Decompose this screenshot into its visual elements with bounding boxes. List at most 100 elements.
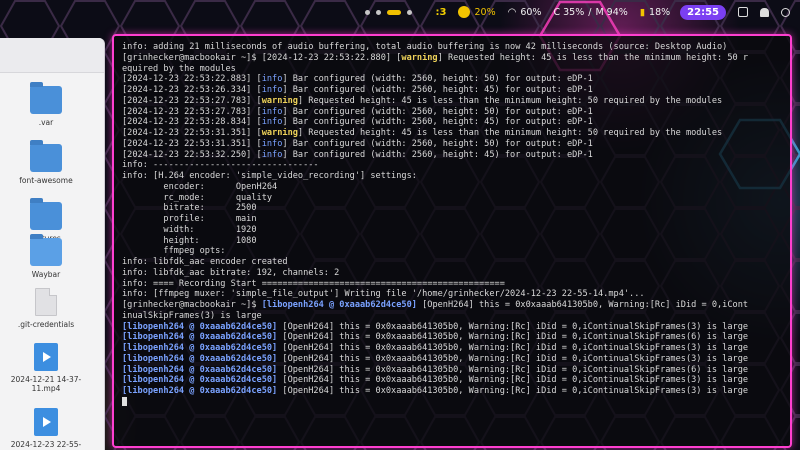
terminal-text-segment: [OpenH264] this = 0x0xaaab641305b0, Warn… [277,386,749,396]
file-manager-header [0,38,104,73]
file-label: font-awesome [19,176,73,185]
power-icon[interactable] [781,7,790,17]
terminal-line: [2024-12-23 22:53:31.351] [info] Bar con… [122,139,782,150]
terminal-text-segment: [OpenH264] this = 0x0xaaab641305b0, Warn… [277,343,749,353]
clock[interactable]: 22:55 [680,4,726,20]
terminal-text-segment: info: [ffmpeg muxer: 'simple_file_output… [122,289,645,300]
terminal-line: [2024-12-23 22:53:27.783] [info] Bar con… [122,107,782,118]
terminal-text-segment: ] Requested height: 45 is less than the … [437,52,749,63]
file-item-git-credentials[interactable]: .git-credentials [0,288,92,329]
folder-icon [30,234,62,266]
terminal-window[interactable]: info: adding 21 milliseconds of audio bu… [112,34,792,448]
file-label: 2024-12-23 22-55-14.mp4 [10,440,82,450]
terminal-text-segment: [libopenh264 @ 0xaaab62d4ce50] [122,321,278,332]
terminal-text-segment: ] Requested height: 45 is less than the … [297,128,723,138]
terminal-line: info: adding 21 milliseconds of audio bu… [122,42,782,53]
terminal-text-segment: info [261,85,283,95]
wifi-status[interactable]: ◠ 60% [508,7,542,18]
terminal-line: profile: main [122,214,782,225]
terminal-line: [grinhecker@macbookair ~]$ [2024-12-23 2… [122,53,782,64]
file-item-font-awesome[interactable]: font-awesome [0,140,92,185]
notification-bell-icon[interactable] [760,7,769,17]
terminal-line: encoder: OpenH264 [122,182,782,193]
system-usage[interactable]: C 35% / M 94% [553,7,627,18]
terminal-text-segment: info: -------------------------------- [122,160,319,171]
terminal-text-segment: [2024-12-23 22:53:27.783] [ [122,95,262,106]
top-status-bar: :3 20% ◠ 60% C 35% / M 94% ▮ 18% 22:55 [0,0,800,24]
terminal-text-segment: [libopenh264 @ 0xaaab62d4ce50] [122,364,278,375]
terminal-line: [libopenh264 @ 0xaaab62d4ce50] [OpenH264… [122,322,782,333]
terminal-output: info: adding 21 milliseconds of audio bu… [122,42,782,397]
terminal-text-segment: ] Bar configured (width: 2560, height: 5… [282,138,593,149]
file-label: .var [38,118,54,127]
terminal-text-segment: [libopenh264 @ 0xaaab62d4ce50] [122,386,278,396]
terminal-line: info: ==== Recording Start =============… [122,279,782,290]
workspace-dot-active[interactable] [386,9,401,15]
workspace-dots[interactable] [364,9,412,15]
workspace-dot[interactable] [364,9,370,15]
terminal-text-segment: [grinhecker@macbookair ~]$ [2024-12-23 2… [122,52,402,63]
terminal-text-segment: [libopenh264 @ 0xaaab62d4ce50] [122,353,278,364]
terminal-line: rc_mode: quality [122,193,782,204]
terminal-text-segment: ffmpeg opts: [122,246,226,257]
video-file-icon [34,343,58,371]
terminal-line: info: [H.264 encoder: 'simple_video_reco… [122,171,782,182]
terminal-text-segment: [OpenH264] this = 0x0xaaab641305b0, Warn… [277,321,749,332]
terminal-line: [libopenh264 @ 0xaaab62d4ce50] [OpenH264… [122,386,782,397]
file-item-var[interactable]: .var [0,82,92,127]
terminal-text-segment: ] Bar configured (width: 2560, height: 4… [282,117,593,128]
terminal-text-segment: warning [261,95,298,106]
terminal-text-segment: [OpenH264] this = 0x0xaaab641305b0, Warn… [277,364,749,375]
terminal-text-segment: info [261,117,283,128]
workspace-dot[interactable] [375,9,381,15]
document-icon [35,288,57,316]
terminal-line: [libopenh264 @ 0xaaab62d4ce50] [OpenH264… [122,354,782,365]
terminal-text-segment: width: 1920 [122,224,257,235]
terminal-line: equired by the modules [122,64,782,75]
terminal-prompt-line[interactable] [122,396,782,409]
file-item-waybar[interactable]: Waybar [0,234,92,279]
terminal-text-segment: info: libfdk_aac encoder created [122,257,288,267]
file-item-video-1[interactable]: 2024-12-21 14-37-11.mp4 [0,343,92,393]
terminal-text-segment: info [261,149,283,160]
terminal-line: [2024-12-23 22:53:28.834] [info] Bar con… [122,117,782,128]
terminal-text-segment: [2024-12-23 22:53:26.334] [ [122,85,262,95]
terminal-text-segment: [2024-12-23 22:53:27.783] [ [122,106,262,117]
terminal-line: width: 1920 [122,225,782,236]
terminal-line: [2024-12-23 22:53:26.334] [info] Bar con… [122,85,782,96]
terminal-text-segment: info [261,106,283,117]
terminal-text-segment: inualSkipFrames(3) is large [122,310,262,321]
terminal-line: info: libfdk_aac encoder created [122,257,782,268]
terminal-text-segment: ] Bar configured (width: 2560, height: 4… [282,85,593,95]
terminal-text-segment: [libopenh264 @ 0xaaab62d4ce50] [261,300,417,310]
terminal-line: inualSkipFrames(3) is large [122,311,782,322]
wifi-percent: 60% [520,6,542,18]
folder-icon [30,82,62,114]
file-item-pictures[interactable]: Pictures [0,198,92,243]
terminal-line: info: [ffmpeg muxer: 'simple_file_output… [122,289,782,300]
terminal-text-segment: [libopenh264 @ 0xaaab62d4ce50] [122,332,278,343]
brightness-icon: ▮ [639,6,646,18]
terminal-line: info: -------------------------------- [122,160,782,171]
terminal-text-segment: ] Bar configured (width: 2560, height: 4… [282,149,593,160]
brightness-percent: 18% [649,6,671,18]
terminal-text-segment: info [261,74,283,85]
brightness-status[interactable]: ▮ 18% [640,7,670,18]
usage-separator: / [588,6,592,18]
workspace-indicator[interactable]: :3 [436,7,447,18]
file-label: 2024-12-21 14-37-11.mp4 [10,375,82,393]
file-item-video-2[interactable]: 2024-12-23 22-55-14.mp4 [0,408,92,450]
terminal-line: bitrate: 2500 [122,203,782,214]
terminal-line: [2024-12-23 22:53:31.351] [warning] Requ… [122,128,782,139]
terminal-text-segment: [libopenh264 @ 0xaaab62d4ce50] [122,375,278,386]
terminal-line: [libopenh264 @ 0xaaab62d4ce50] [OpenH264… [122,375,782,386]
file-manager-window: .var font-awesome Pictures Waybar .git-c… [0,38,105,450]
terminal-text-segment: profile: main [122,214,257,224]
folder-icon [30,198,62,230]
clipboard-icon[interactable] [738,7,748,17]
terminal-line: [libopenh264 @ 0xaaab62d4ce50] [OpenH264… [122,365,782,376]
terminal-line: info: libfdk_aac bitrate: 192, channels:… [122,268,782,279]
workspace-dot[interactable] [406,9,412,15]
battery-status[interactable]: 20% [458,6,496,18]
terminal-text-segment: warning [401,52,438,63]
